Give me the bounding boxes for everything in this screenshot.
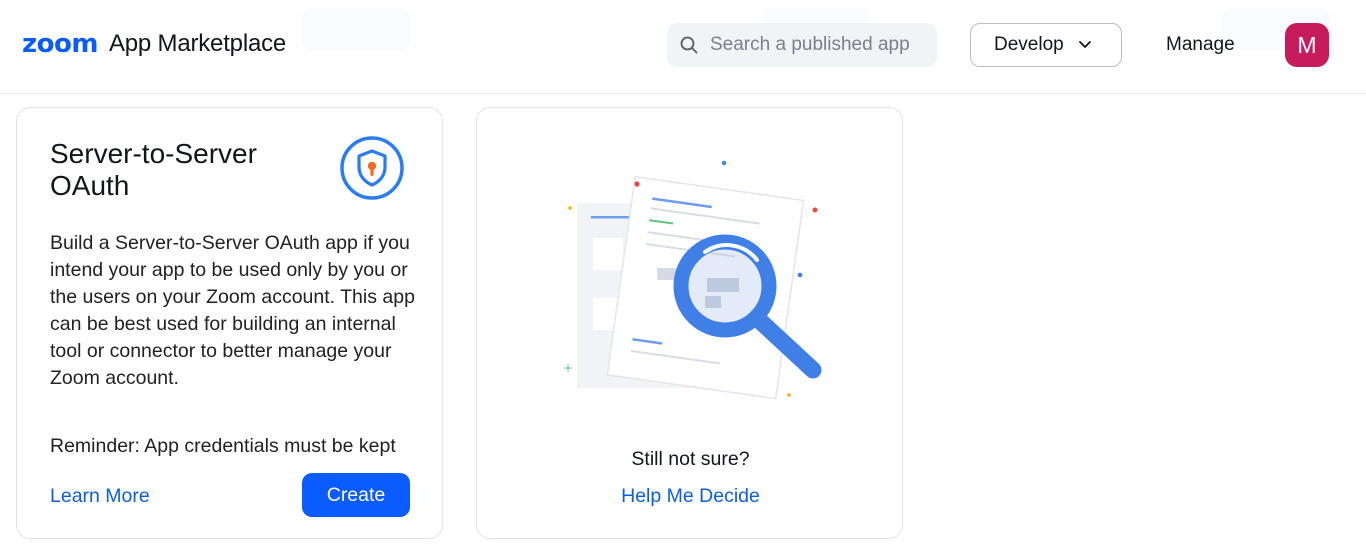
document-magnifier-illustration: +	[563, 160, 822, 400]
s2s-oauth-card: Server-to-Server OAuth Build a Server-to…	[16, 107, 443, 539]
top-header: zoom App Marketplace Develop Manage M	[0, 0, 1366, 94]
card-title: Server-to-Server OAuth	[50, 138, 257, 201]
manage-link[interactable]: Manage	[1166, 34, 1235, 56]
zoom-logo: zoom	[22, 29, 98, 59]
card-reminder: Reminder: App credentials must be kept	[50, 435, 396, 457]
search-input[interactable]	[710, 34, 930, 56]
avatar[interactable]: M	[1285, 23, 1329, 67]
help-me-decide-link[interactable]: Help Me Decide	[477, 485, 904, 508]
develop-label: Develop	[994, 34, 1064, 55]
shield-lock-icon	[340, 136, 404, 200]
svg-text:+: +	[563, 361, 573, 375]
learn-more-link[interactable]: Learn More	[50, 485, 150, 508]
still-not-sure-text: Still not sure?	[631, 448, 750, 470]
create-button[interactable]: Create	[302, 473, 410, 517]
search-icon	[679, 35, 699, 55]
ghost-background-tab	[302, 8, 410, 50]
marketplace-logo[interactable]: zoom App Marketplace	[22, 28, 286, 60]
chevron-down-icon	[1078, 40, 1092, 50]
card-description: Build a Server-to-Server OAuth app if yo…	[50, 232, 415, 389]
develop-dropdown[interactable]: Develop	[970, 23, 1122, 67]
logo-title: App Marketplace	[108, 30, 287, 57]
help-decide-card: + Still not sure? Help Me Decide	[476, 107, 903, 539]
search-box[interactable]	[667, 23, 937, 67]
